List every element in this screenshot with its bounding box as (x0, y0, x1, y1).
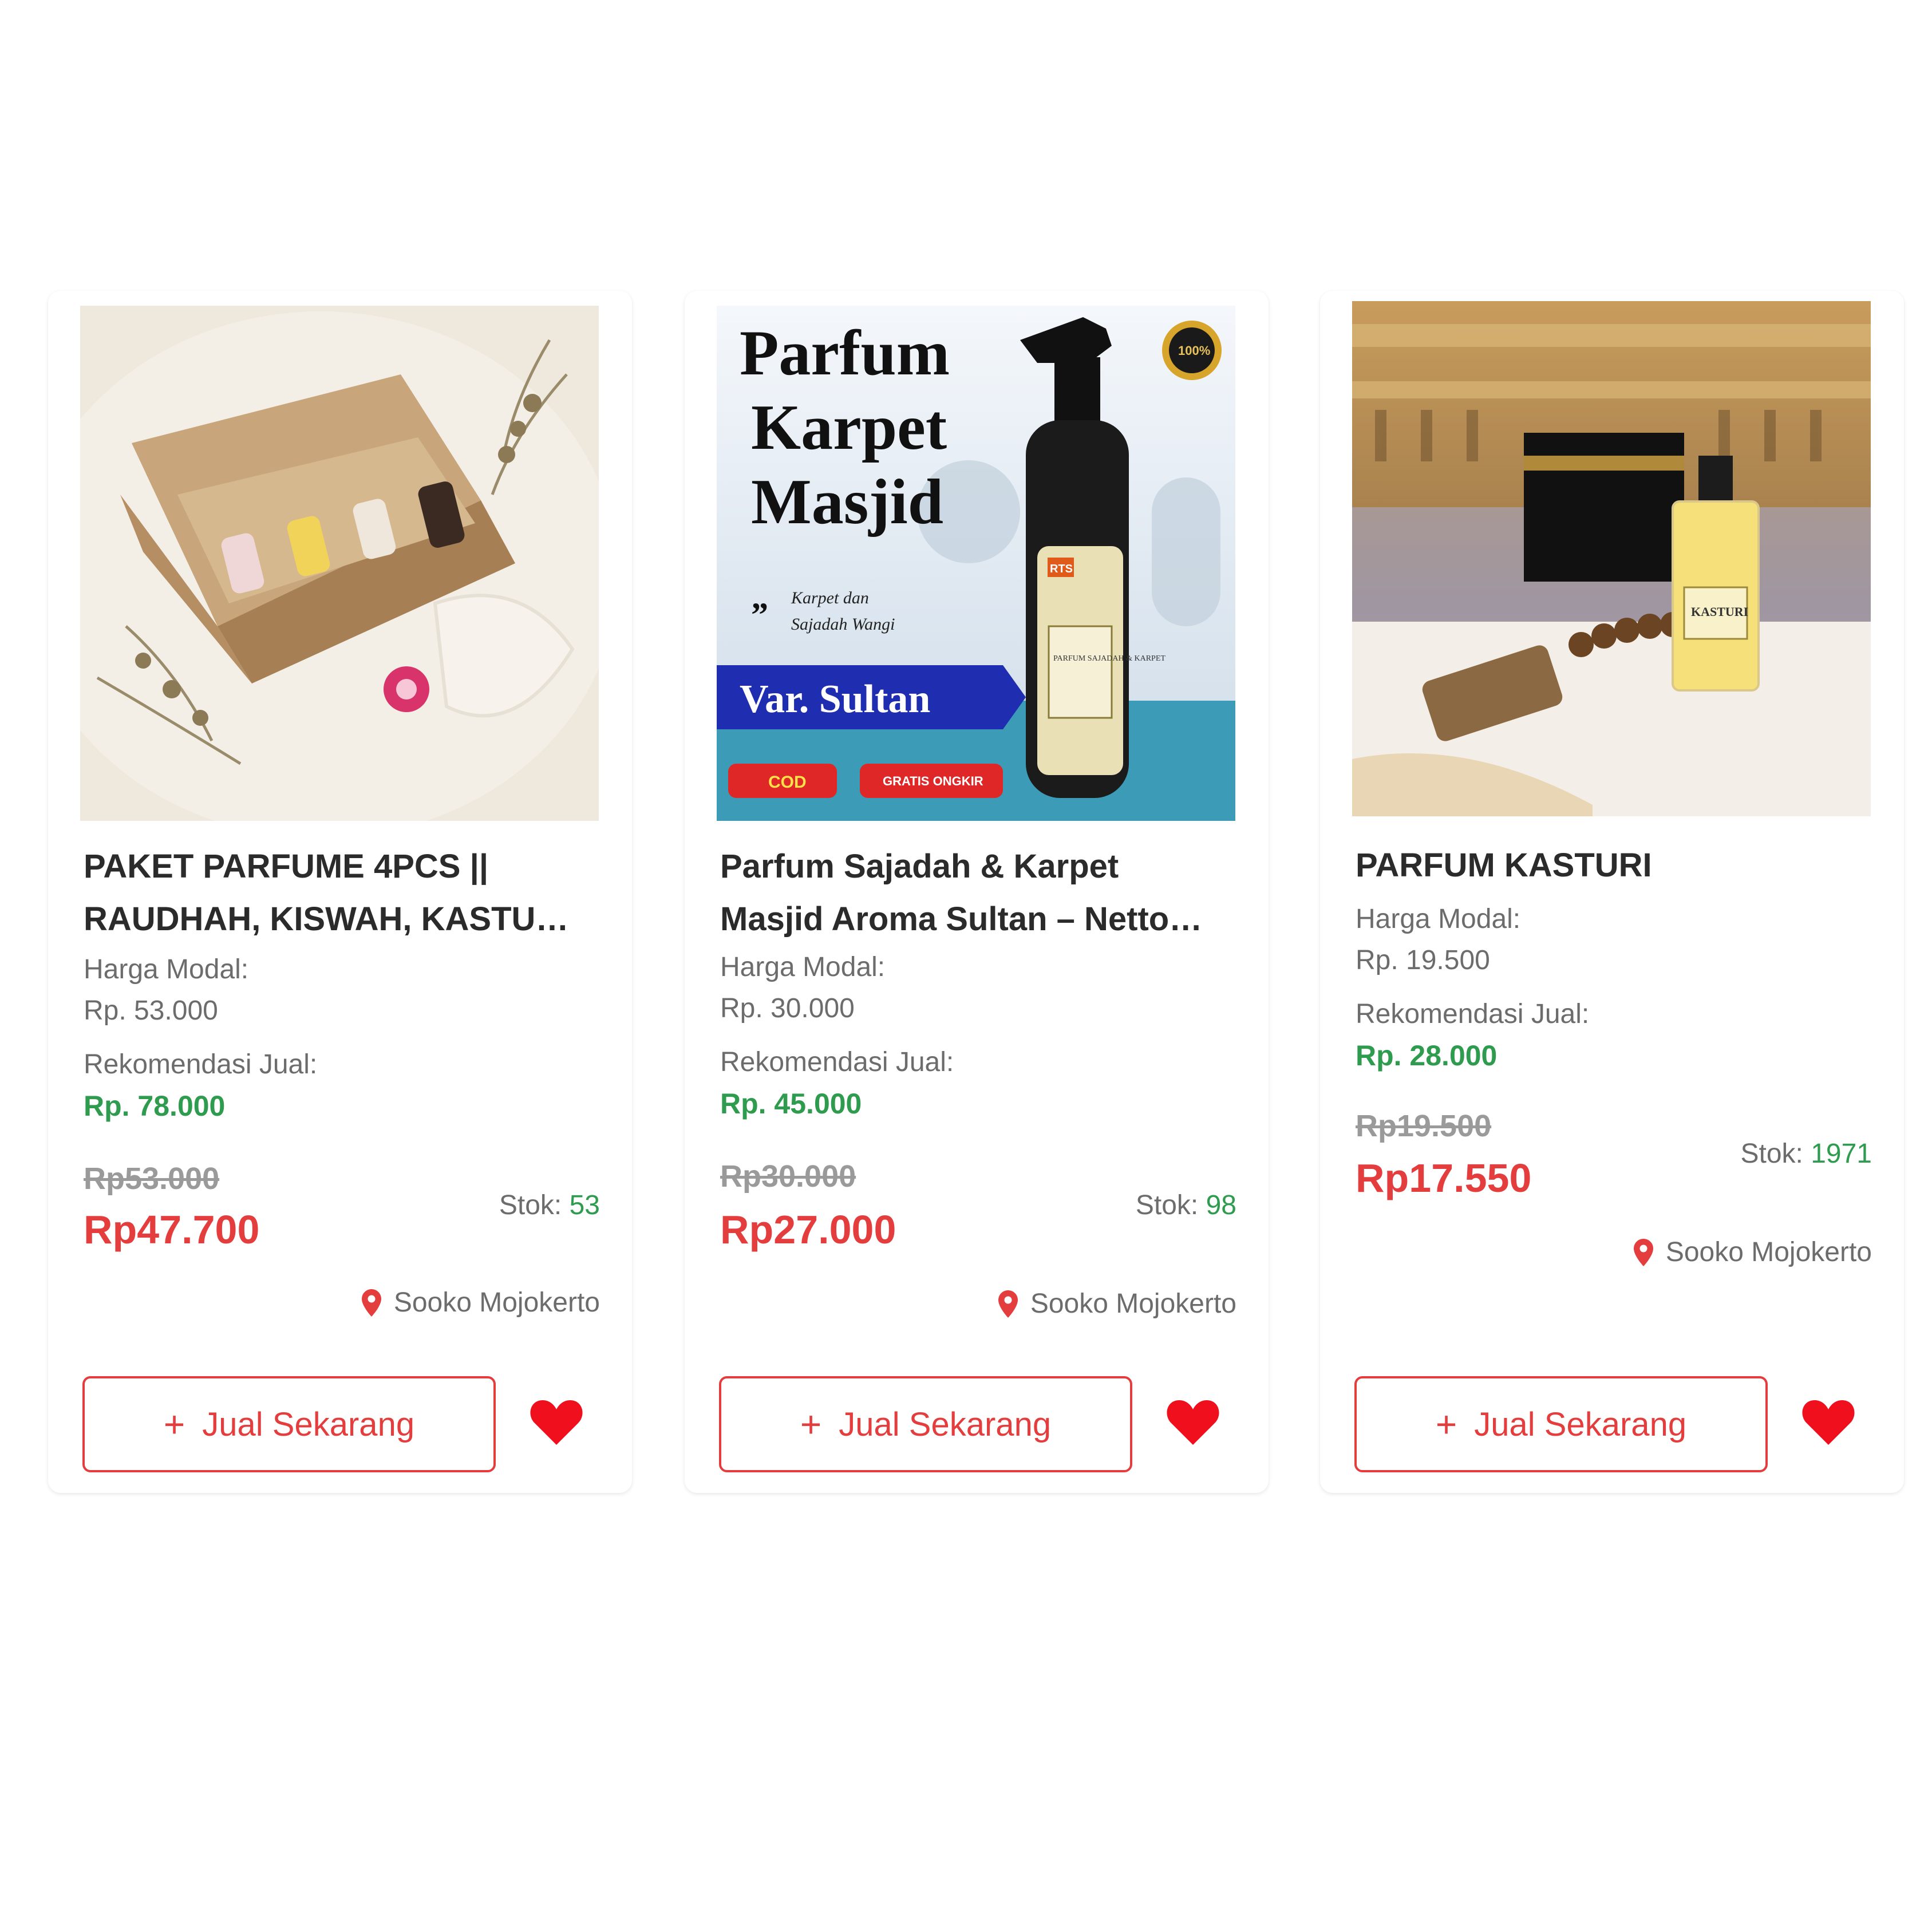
product-title[interactable]: PAKET PARFUME 4PCS || RAUDHAH, KISWAH, K… (84, 840, 587, 946)
stock-label: Stok: (499, 1190, 562, 1220)
stock-label: Stok: (1740, 1139, 1803, 1169)
product-image[interactable]: KASTURI (1352, 301, 1871, 816)
harga-modal-value: Rp. 19.500 (1356, 945, 1490, 975)
stock-count: 1971 (1811, 1139, 1872, 1169)
rekomendasi-value: Rp. 78.000 (84, 1090, 226, 1122)
plus-icon: + (800, 1404, 822, 1445)
bottle-brand: RTS (1050, 563, 1073, 575)
map-pin-icon (361, 1289, 381, 1317)
banner-seal: 100% (1178, 343, 1210, 358)
product-image[interactable] (80, 306, 599, 821)
rekomendasi-label: Rekomendasi Jual: (720, 1047, 954, 1077)
jual-sekarang-button[interactable]: + Jual Sekarang (719, 1376, 1132, 1472)
location: Sooko Mojokerto (361, 1287, 600, 1318)
jual-sekarang-label: Jual Sekarang (202, 1405, 415, 1443)
product-title[interactable]: Parfum Sajadah & Karpet Masjid Aroma Sul… (720, 840, 1224, 946)
stock-count: 98 (1206, 1190, 1236, 1220)
discount-price: Rp47.700 (84, 1207, 260, 1252)
heart-icon (1802, 1400, 1855, 1445)
banner-quote-1: Karpet dan (791, 588, 869, 607)
discount-price: Rp17.550 (1356, 1156, 1532, 1200)
perfume-gift-box-image (80, 306, 599, 821)
jual-sekarang-label: Jual Sekarang (1474, 1405, 1687, 1443)
discount-price: Rp27.000 (720, 1207, 896, 1252)
map-pin-icon (998, 1290, 1018, 1318)
product-image[interactable]: Parfum Karpet Masjid ” Karpet dan Sajada… (717, 306, 1235, 821)
original-price: Rp19.500 (1356, 1109, 1492, 1143)
rekomendasi-label: Rekomendasi Jual: (84, 1049, 318, 1080)
rekomendasi-label: Rekomendasi Jual: (1356, 999, 1590, 1029)
stock-info: Stok: 53 (499, 1190, 600, 1221)
wishlist-button[interactable] (1164, 1393, 1222, 1451)
original-price: Rp30.000 (720, 1159, 856, 1194)
harga-modal-label: Harga Modal: (84, 954, 249, 985)
location: Sooko Mojokerto (1633, 1236, 1872, 1268)
product-card[interactable]: PAKET PARFUME 4PCS || RAUDHAH, KISWAH, K… (48, 291, 632, 1493)
product-card[interactable]: KASTURI PARFUM KASTURI Harga Modal: Rp. … (1320, 291, 1904, 1493)
plus-icon: + (1435, 1404, 1457, 1445)
location-text: Sooko Mojokerto (1030, 1289, 1236, 1319)
location-text: Sooko Mojokerto (393, 1287, 600, 1318)
map-pin-icon (1633, 1238, 1653, 1266)
price-info: Harga Modal: Rp. 53.000 Rekomendasi Jual… (84, 949, 587, 1127)
plus-icon: + (163, 1404, 185, 1445)
jual-sekarang-button[interactable]: + Jual Sekarang (82, 1376, 496, 1472)
original-price: Rp53.000 (84, 1161, 220, 1196)
jual-sekarang-button[interactable]: + Jual Sekarang (1354, 1376, 1768, 1472)
svg-text:”: ” (751, 596, 768, 634)
carpet-perfume-banner-image: Parfum Karpet Masjid ” Karpet dan Sajada… (717, 306, 1235, 821)
banner-badge-ongkir: GRATIS ONGKIR (883, 774, 983, 788)
product-card[interactable]: Parfum Karpet Masjid ” Karpet dan Sajada… (685, 291, 1269, 1493)
rekomendasi-value: Rp. 45.000 (720, 1088, 862, 1120)
price-info: Harga Modal: Rp. 19.500 Rekomendasi Jual… (1356, 899, 1859, 1076)
harga-modal-value: Rp. 53.000 (84, 995, 218, 1026)
heart-icon (1167, 1400, 1219, 1445)
banner-variant: Var. Sultan (740, 677, 930, 721)
stock-label: Stok: (1135, 1190, 1199, 1220)
bottle-label: KASTURI (1691, 605, 1748, 619)
price-info: Harga Modal: Rp. 30.000 Rekomendasi Jual… (720, 947, 1224, 1124)
kasturi-perfume-image: KASTURI (1352, 301, 1871, 816)
heart-icon (530, 1400, 583, 1445)
banner-headline-1: Parfum (740, 318, 950, 389)
banner-headline-3: Masjid (751, 467, 943, 538)
harga-modal-label: Harga Modal: (1356, 904, 1521, 934)
stock-info: Stok: 98 (1136, 1190, 1236, 1221)
wishlist-button[interactable] (528, 1393, 585, 1451)
product-title[interactable]: PARFUM KASTURI (1356, 839, 1859, 892)
location-text: Sooko Mojokerto (1665, 1237, 1872, 1267)
stock-count: 53 (569, 1190, 600, 1220)
bottle-label: PARFUM SAJADAH & KARPET (1053, 654, 1165, 663)
stock-info: Stok: 1971 (1740, 1138, 1872, 1170)
rekomendasi-value: Rp. 28.000 (1356, 1040, 1498, 1072)
banner-quote-2: Sajadah Wangi (791, 615, 895, 634)
harga-modal-value: Rp. 30.000 (720, 993, 855, 1024)
location: Sooko Mojokerto (998, 1288, 1236, 1319)
jual-sekarang-label: Jual Sekarang (839, 1405, 1052, 1443)
harga-modal-label: Harga Modal: (720, 952, 886, 982)
banner-badge-cod: COD (768, 773, 807, 792)
wishlist-button[interactable] (1800, 1393, 1857, 1451)
banner-headline-2: Karpet (751, 392, 947, 463)
